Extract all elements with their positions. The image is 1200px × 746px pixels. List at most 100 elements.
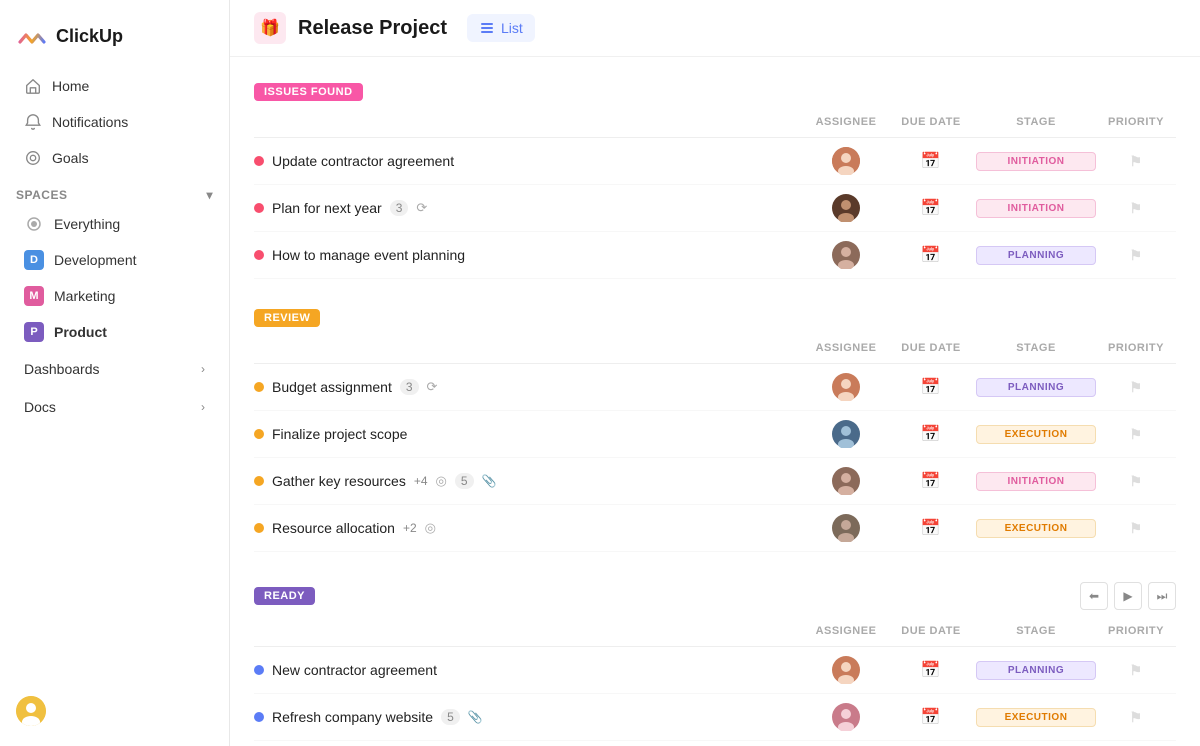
everything-dot: [24, 214, 44, 234]
assignee-avatar: [832, 241, 860, 269]
task-dot: [254, 523, 264, 533]
section-ready: READY ⬅ ▶ ⏭ ASSIGNEE DUE DATE STAGE PRIO…: [254, 572, 1176, 746]
everything-label: Everything: [54, 216, 120, 232]
attachment-count: 5: [455, 473, 474, 489]
development-dot: D: [24, 250, 44, 270]
toolbar-btn-1[interactable]: ⬅: [1080, 582, 1108, 610]
stage-badge: PLANNING: [976, 246, 1096, 265]
dashboards-chevron: ›: [201, 362, 205, 376]
docs-label: Docs: [24, 399, 56, 415]
section-issues: ISSUES FOUND ASSIGNEE DUE DATE STAGE PRI…: [254, 73, 1176, 279]
content-area[interactable]: ISSUES FOUND ASSIGNEE DUE DATE STAGE PRI…: [230, 57, 1200, 746]
assignee-col-header-3: ASSIGNEE: [806, 625, 886, 637]
task-dot: [254, 429, 264, 439]
project-title: Release Project: [298, 17, 447, 40]
checklist-icon: ◎: [436, 473, 447, 489]
stage-col-header: STAGE: [976, 116, 1096, 128]
stage-col-header-2: STAGE: [976, 342, 1096, 354]
stage-badge: EXECUTION: [976, 519, 1096, 538]
extra-count: +2: [403, 521, 417, 535]
priority-icon: ⚑: [1096, 426, 1176, 443]
table-row[interactable]: New contractor agreement 📅 PLANNING ⚑: [254, 647, 1176, 694]
duedate-col-header: DUE DATE: [886, 116, 976, 128]
sidebar-item-goals[interactable]: Goals: [8, 141, 221, 175]
sidebar-item-everything[interactable]: Everything: [8, 207, 221, 241]
priority-icon: ⚑: [1096, 247, 1176, 264]
product-label: Product: [54, 324, 107, 340]
toolbar-btn-3[interactable]: ⏭: [1148, 582, 1176, 610]
calendar-icon: 📅: [886, 660, 976, 680]
view-list-tab[interactable]: List: [467, 14, 535, 42]
table-row[interactable]: Finalize project scope 📅 EXECUTION ⚑: [254, 411, 1176, 458]
priority-col-header: PRIORITY: [1096, 116, 1176, 128]
table-row[interactable]: How to manage event planning 📅 PLANNING …: [254, 232, 1176, 279]
task-subtask-count: 3: [390, 200, 409, 216]
review-table-header: ASSIGNEE DUE DATE STAGE PRIORITY: [254, 333, 1176, 364]
priority-col-header-2: PRIORITY: [1096, 342, 1176, 354]
table-row[interactable]: Budget assignment 3 ⟳ 📅 PLANNING ⚑: [254, 364, 1176, 411]
table-row[interactable]: Plan for next year 3 ⟳ 📅 INITIATION ⚑: [254, 185, 1176, 232]
spaces-label: Spaces: [16, 188, 67, 202]
sidebar-bottom: [0, 688, 229, 734]
assignee-avatar: [832, 656, 860, 684]
duedate-col-header-2: DUE DATE: [886, 342, 976, 354]
priority-icon: ⚑: [1096, 473, 1176, 490]
logo-area: ClickUp: [0, 12, 229, 68]
assignee-avatar: [832, 147, 860, 175]
table-row[interactable]: Update contractor agreement 📅 INITIATION…: [254, 138, 1176, 185]
task-name: Refresh company website: [272, 709, 433, 725]
task-name: Update contractor agreement: [272, 153, 454, 169]
logo-text: ClickUp: [56, 26, 123, 47]
docs-chevron: ›: [201, 400, 205, 414]
spaces-chevron[interactable]: ▾: [206, 188, 213, 202]
sidebar-item-development[interactable]: D Development: [8, 243, 221, 277]
calendar-icon: 📅: [886, 151, 976, 171]
stage-badge: PLANNING: [976, 661, 1096, 680]
spaces-section-header: Spaces ▾: [0, 176, 229, 206]
section-review: REVIEW ASSIGNEE DUE DATE STAGE PRIORITY …: [254, 299, 1176, 552]
product-dot: P: [24, 322, 44, 342]
table-row[interactable]: Gather key resources +4 ◎ 5 📎 📅 INITIATI…: [254, 458, 1176, 505]
toolbar-btn-2[interactable]: ▶: [1114, 582, 1142, 610]
table-row[interactable]: Resource allocation +2 ◎ 📅 EXECUTION ⚑: [254, 505, 1176, 552]
issues-badge: ISSUES FOUND: [254, 83, 363, 101]
clickup-logo: [16, 20, 48, 52]
calendar-icon: 📅: [886, 424, 976, 444]
calendar-icon: 📅: [886, 198, 976, 218]
top-bar: 🎁 Release Project List: [230, 0, 1200, 57]
calendar-icon: 📅: [886, 471, 976, 491]
user-avatar[interactable]: [16, 696, 46, 726]
notifications-label: Notifications: [52, 114, 128, 130]
sidebar-item-notifications[interactable]: Notifications: [8, 105, 221, 139]
calendar-icon: 📅: [886, 377, 976, 397]
task-dot: [254, 476, 264, 486]
stage-badge: EXECUTION: [976, 425, 1096, 444]
stage-badge: INITIATION: [976, 199, 1096, 218]
main-content: 🎁 Release Project List ISSUES FOUND ASSI…: [230, 0, 1200, 746]
table-row[interactable]: Refresh company website 5 📎 📅 EXECUTION …: [254, 694, 1176, 741]
ready-header: READY ⬅ ▶ ⏭: [254, 572, 1176, 616]
goals-label: Goals: [52, 150, 89, 166]
priority-col-header-3: PRIORITY: [1096, 625, 1176, 637]
sidebar: ClickUp Home Notifications Goals Spaces …: [0, 0, 230, 746]
table-row[interactable]: Update key objectives 5 📎 📅 EXECUTION ⚑: [254, 741, 1176, 746]
task-name: Finalize project scope: [272, 426, 407, 442]
sidebar-item-dashboards[interactable]: Dashboards ›: [8, 351, 221, 387]
task-subtask-count: 3: [400, 379, 419, 395]
assignee-avatar: [832, 703, 860, 731]
priority-icon: ⚑: [1096, 153, 1176, 170]
home-icon: [24, 77, 42, 95]
priority-icon: ⚑: [1096, 200, 1176, 217]
review-header: REVIEW: [254, 299, 1176, 333]
ready-badge: READY: [254, 587, 315, 605]
sidebar-item-product[interactable]: P Product: [8, 315, 221, 349]
sidebar-item-marketing[interactable]: M Marketing: [8, 279, 221, 313]
marketing-label: Marketing: [54, 288, 115, 304]
review-badge: REVIEW: [254, 309, 320, 327]
sidebar-item-home[interactable]: Home: [8, 69, 221, 103]
assignee-col-header-2: ASSIGNEE: [806, 342, 886, 354]
task-name: How to manage event planning: [272, 247, 465, 263]
task-dot: [254, 382, 264, 392]
sidebar-item-docs[interactable]: Docs ›: [8, 389, 221, 425]
list-icon: [479, 20, 495, 36]
